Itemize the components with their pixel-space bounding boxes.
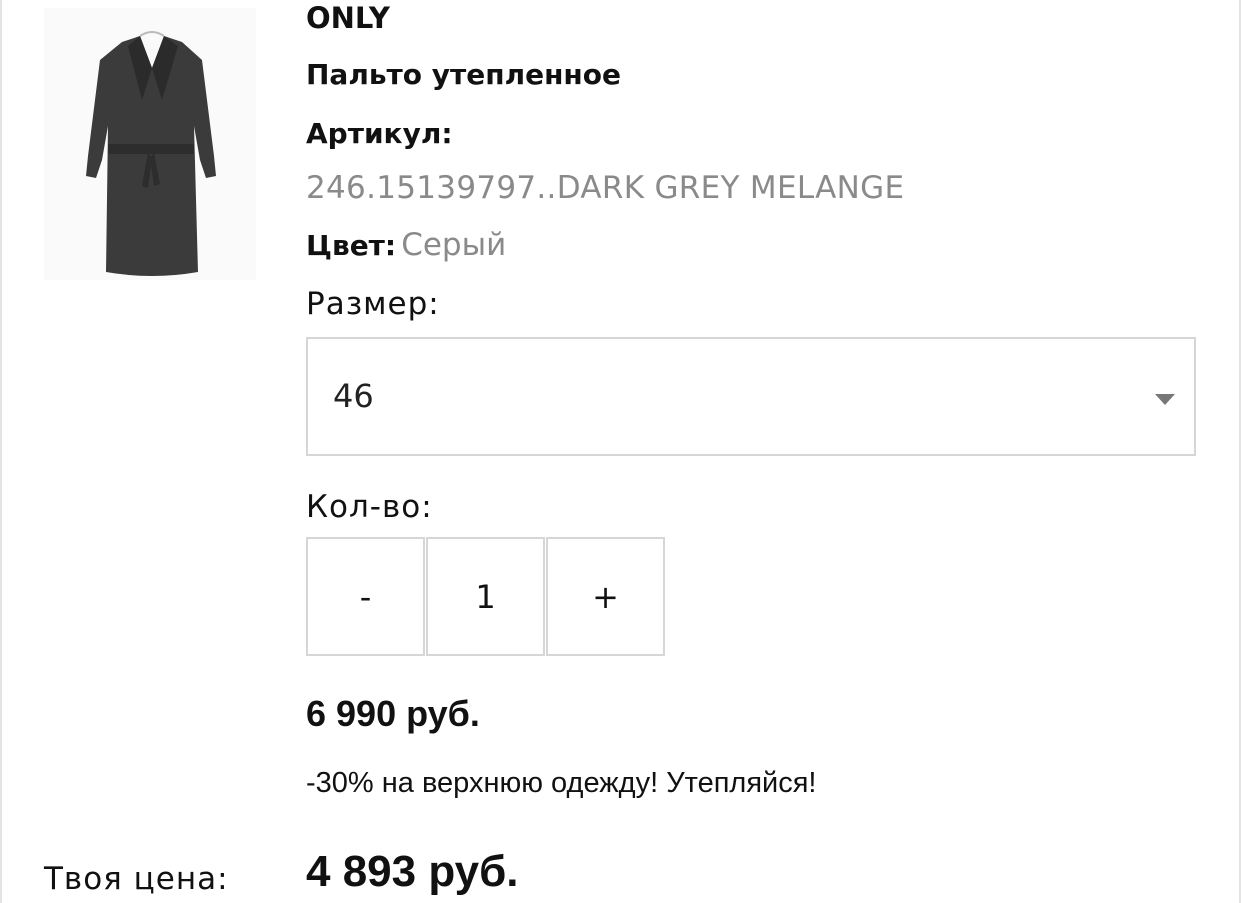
chevron-down-icon <box>1155 394 1175 405</box>
size-label: Размер: <box>306 286 440 322</box>
sku-label: Артикул: <box>306 117 453 150</box>
coat-icon <box>44 8 256 280</box>
size-selected-value: 46 <box>333 377 374 415</box>
quantity-label: Кол-во: <box>306 489 433 525</box>
quantity-increase-button[interactable]: + <box>546 537 665 656</box>
color-label: Цвет: <box>306 229 397 262</box>
regular-price: 6 990 руб. <box>306 693 480 734</box>
color-row: Цвет: Серый <box>306 225 506 270</box>
sku-value: 246.15139797..DARK GREY MELANGE <box>306 170 905 206</box>
frame-border-left <box>0 0 2 903</box>
color-value: Серый <box>401 227 507 263</box>
product-name: Пальто утепленное <box>306 58 621 91</box>
size-select[interactable]: 46 <box>306 337 1196 456</box>
product-image[interactable] <box>44 8 256 280</box>
your-price: 4 893 руб. <box>306 847 519 896</box>
quantity-decrease-button[interactable]: - <box>306 537 425 656</box>
product-brand: ONLY <box>306 1 390 35</box>
quantity-input[interactable]: 1 <box>426 537 545 656</box>
your-price-label: Твоя цена: <box>44 861 229 897</box>
promo-text: -30% на верхнюю одежду! Утепляйся! <box>306 767 817 799</box>
